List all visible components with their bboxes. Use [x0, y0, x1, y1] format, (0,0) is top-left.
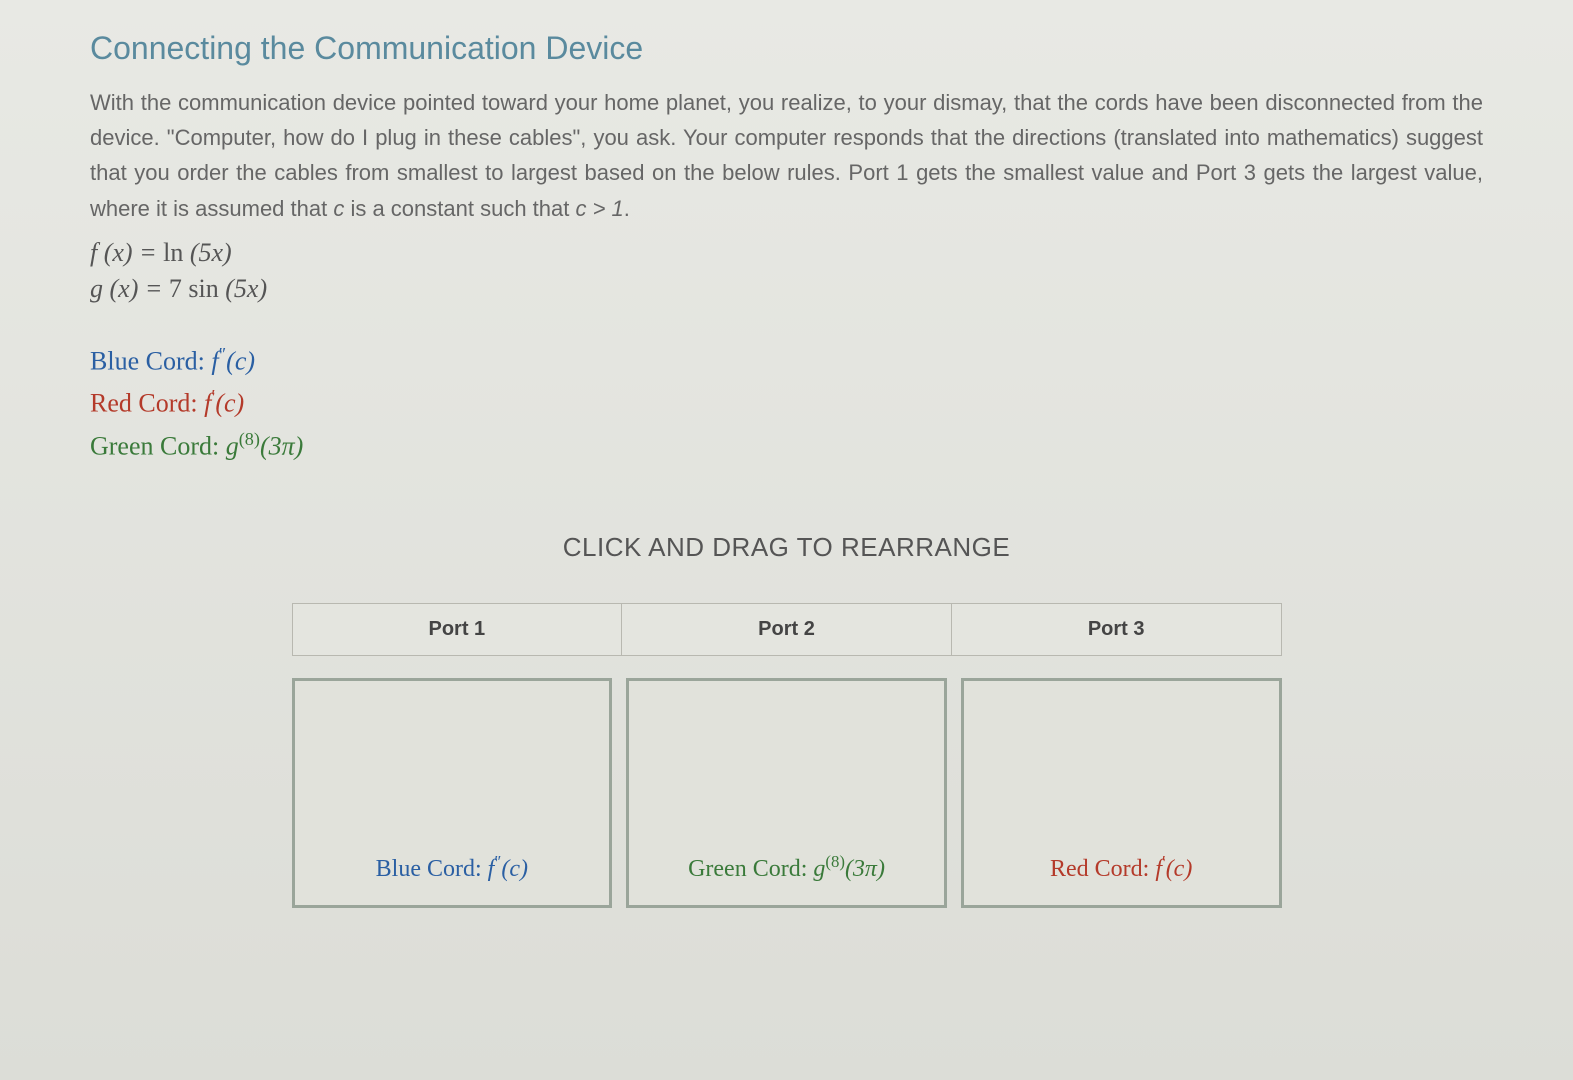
g-arg: (5x): [225, 274, 267, 303]
drag-instruction: CLICK AND DRAG TO REARRANGE: [90, 532, 1483, 563]
port-3-header: Port 3: [952, 603, 1282, 656]
card-red-cord[interactable]: Red Cord: f′(c): [961, 678, 1282, 908]
red-cord-line: Red Cord: f′(c): [90, 386, 1483, 419]
card3-arg: (c): [1166, 856, 1193, 882]
green-cord-arg: (3π): [260, 432, 303, 461]
port-2-header: Port 2: [622, 603, 952, 656]
problem-paragraph: With the communication device pointed to…: [90, 85, 1483, 226]
function-f-definition: f (x) = ln (5x): [90, 238, 1483, 268]
blue-cord-arg: (c): [226, 346, 255, 375]
g-operator: sin: [188, 274, 225, 303]
card3-fn: f: [1155, 856, 1162, 882]
card2-sup: (8): [825, 852, 845, 871]
card-blue-cord[interactable]: Blue Cord: f″(c): [292, 678, 613, 908]
ports-header-row: Port 1 Port 2 Port 3: [292, 603, 1282, 656]
f-lhs: f (x) =: [90, 238, 163, 267]
card2-label: Green Cord:: [688, 856, 813, 882]
cord-definitions: Blue Cord: f″(c) Red Cord: f′(c) Green C…: [90, 344, 1483, 462]
blue-cord-fn: f: [211, 346, 218, 375]
constant-inequality: c > 1: [575, 196, 623, 221]
card-red-label: Red Cord: f′(c): [1050, 852, 1192, 883]
page-title: Connecting the Communication Device: [90, 30, 1483, 67]
green-cord-label: Green Cord:: [90, 432, 226, 461]
card-green-cord[interactable]: Green Cord: g(8)(3π): [626, 678, 947, 908]
constant-c-1: c: [333, 196, 344, 221]
card1-label: Blue Cord:: [376, 856, 488, 882]
blue-cord-line: Blue Cord: f″(c): [90, 344, 1483, 377]
red-cord-arg: (c): [215, 389, 244, 418]
card-blue-label: Blue Cord: f″(c): [376, 852, 528, 883]
paragraph-text-2: is a constant such that: [344, 196, 575, 221]
f-operator: ln: [163, 238, 190, 267]
blue-cord-label: Blue Cord:: [90, 346, 211, 375]
paragraph-text-3: .: [624, 196, 630, 221]
f-arg: (5x): [190, 238, 232, 267]
green-cord-line: Green Cord: g(8)(3π): [90, 429, 1483, 462]
card2-arg: (3π): [845, 856, 885, 882]
green-cord-fn: g: [226, 432, 239, 461]
g-lhs: g (x) =: [90, 274, 169, 303]
port-1-header: Port 1: [292, 603, 623, 656]
card1-arg: (c): [501, 856, 528, 882]
function-g-definition: g (x) = 7 sin (5x): [90, 274, 1483, 304]
red-cord-label: Red Cord:: [90, 389, 204, 418]
g-coef: 7: [169, 274, 189, 303]
card-green-label: Green Cord: g(8)(3π): [688, 852, 885, 883]
card3-label: Red Cord:: [1050, 856, 1155, 882]
card2-fn: g: [813, 856, 825, 882]
green-cord-sup: (8): [239, 429, 260, 449]
paragraph-text-1: With the communication device pointed to…: [90, 90, 1483, 221]
draggable-cards-row: Blue Cord: f″(c) Green Cord: g(8)(3π) Re…: [292, 678, 1282, 908]
